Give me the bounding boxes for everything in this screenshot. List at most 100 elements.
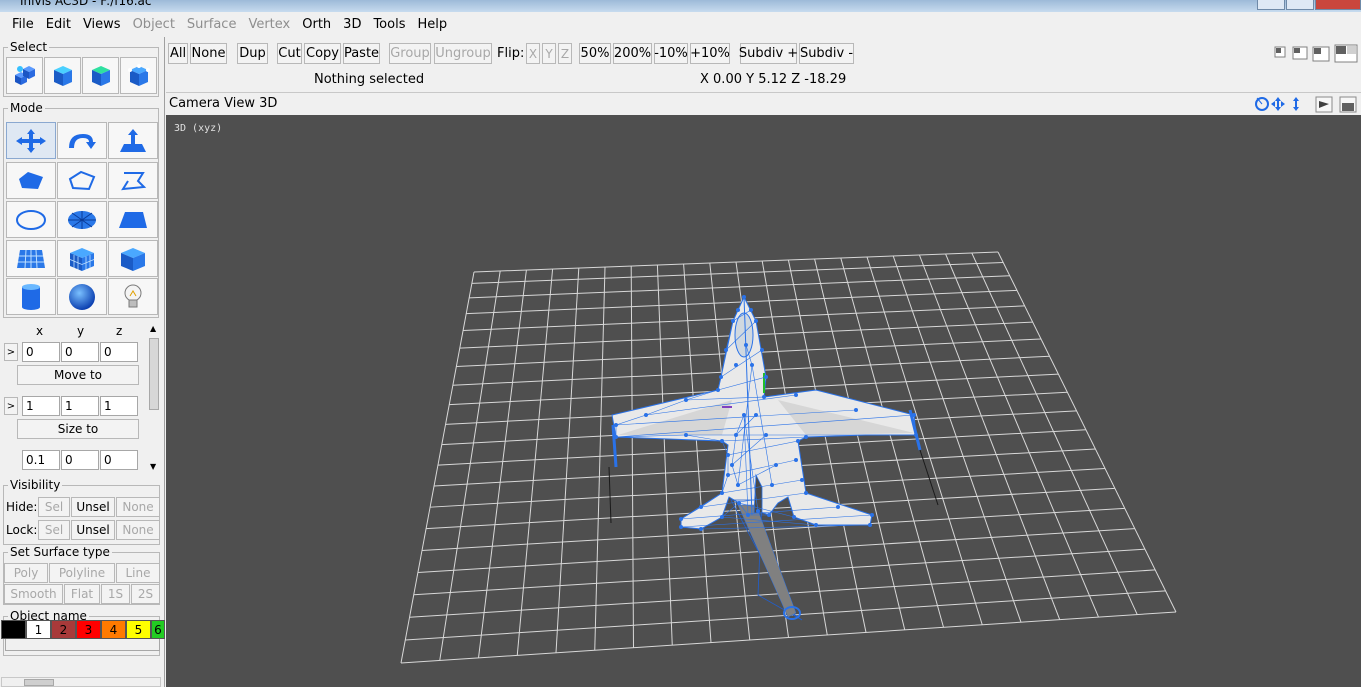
scale-minus10-button[interactable]: -10%: [654, 43, 688, 64]
menu-3d[interactable]: 3D: [337, 17, 367, 32]
palette-color-2[interactable]: 2: [51, 620, 76, 639]
flip-x-button[interactable]: X: [526, 43, 540, 64]
unlock-all-button[interactable]: None: [116, 520, 160, 540]
select-object-mode-button[interactable]: [44, 57, 81, 94]
select-vertex-mode-button[interactable]: [120, 57, 157, 94]
rotate-tool-button[interactable]: [57, 122, 107, 159]
duplicate-button[interactable]: Dup: [237, 43, 268, 64]
position-z-field[interactable]: 0: [100, 342, 138, 362]
lock-selected-button[interactable]: Sel: [38, 520, 70, 540]
new-mesh-tool-button[interactable]: [6, 240, 56, 277]
menu-vertex[interactable]: Vertex: [242, 17, 296, 32]
select-none-button[interactable]: None: [190, 43, 227, 64]
size-y-field[interactable]: 1: [61, 396, 99, 416]
scale-200-button[interactable]: 200%: [613, 43, 652, 64]
surface-polyline-button[interactable]: Polyline: [49, 563, 115, 583]
viewport-menu[interactable]: Camera View 3D: [169, 96, 277, 111]
menu-orth[interactable]: Orth: [296, 17, 337, 32]
surface-smooth-button[interactable]: Smooth: [4, 584, 63, 604]
viewport-navigation-icons[interactable]: [1253, 95, 1358, 114]
menu-tools[interactable]: Tools: [367, 17, 411, 32]
maximize-button[interactable]: [1286, 0, 1314, 10]
lock-unselected-button[interactable]: Unsel: [71, 520, 115, 540]
scrollbar-thumb[interactable]: [149, 338, 159, 410]
y-header: y: [77, 324, 85, 338]
select-all-button[interactable]: All: [168, 43, 188, 64]
hide-unselected-button[interactable]: Unsel: [71, 497, 115, 517]
position-y-field[interactable]: 0: [61, 342, 99, 362]
multi-cube-icon: [14, 65, 35, 85]
new-rectangle-tool-button[interactable]: [108, 201, 158, 238]
extrude-icon: [120, 128, 146, 152]
new-box-tool-button[interactable]: [108, 240, 158, 277]
paste-button[interactable]: Paste: [343, 43, 380, 64]
ungroup-button[interactable]: Ungroup: [434, 43, 492, 64]
new-disc-tool-button[interactable]: [57, 201, 107, 238]
size-z-field[interactable]: 1: [100, 396, 138, 416]
palette-color-1[interactable]: 1: [26, 620, 51, 639]
menu-views[interactable]: Views: [77, 17, 127, 32]
scroll-down-arrow-icon[interactable]: ▼: [150, 462, 156, 471]
scale-z-field[interactable]: 0: [100, 450, 138, 470]
surface-poly-button[interactable]: Poly: [4, 563, 48, 583]
new-grid-box-tool-button[interactable]: [57, 240, 107, 277]
new-line-tool-button[interactable]: [108, 162, 158, 199]
close-button[interactable]: [1315, 0, 1361, 10]
scale-plus10-button[interactable]: +10%: [690, 43, 730, 64]
size-to-button[interactable]: Size to: [17, 419, 139, 439]
palette-color-0[interactable]: [1, 620, 26, 639]
view-layout-icon[interactable]: [1273, 43, 1361, 63]
scale-y-field[interactable]: 0: [61, 450, 99, 470]
palette-color-3[interactable]: 3: [76, 620, 101, 639]
select-group-mode-button[interactable]: [6, 57, 43, 94]
surface-two-sided-button[interactable]: 2S: [131, 584, 160, 604]
surface-flat-button[interactable]: Flat: [64, 584, 100, 604]
palette-scrollbar[interactable]: [1, 677, 161, 687]
copy-button[interactable]: Copy: [304, 43, 341, 64]
menu-file[interactable]: File: [6, 17, 40, 32]
flip-y-button[interactable]: Y: [542, 43, 556, 64]
scene-canvas[interactable]: [166, 115, 1361, 687]
palette-color-4[interactable]: 4: [101, 620, 126, 639]
cut-button[interactable]: Cut: [277, 43, 302, 64]
scroll-up-arrow-icon[interactable]: ▲: [150, 324, 156, 333]
scale-50-button[interactable]: 50%: [579, 43, 611, 64]
coords-scrollbar[interactable]: ▲ ▼: [148, 322, 160, 474]
aircraft-model[interactable]: [608, 295, 939, 621]
menu-edit[interactable]: Edit: [40, 17, 77, 32]
scale-x-field[interactable]: 0.1: [22, 450, 60, 470]
new-polyline-tool-button[interactable]: [57, 162, 107, 199]
minimize-button[interactable]: [1257, 0, 1285, 10]
get-size-button[interactable]: >: [4, 397, 18, 415]
menu-object[interactable]: Object: [127, 17, 181, 32]
select-surface-mode-button[interactable]: [82, 57, 119, 94]
position-x-field[interactable]: 0: [22, 342, 60, 362]
menu-help[interactable]: Help: [411, 17, 453, 32]
get-position-button[interactable]: >: [4, 343, 18, 361]
flip-z-button[interactable]: Z: [558, 43, 572, 64]
move-tool-button[interactable]: [6, 122, 56, 159]
palette-color-5[interactable]: 5: [126, 620, 151, 639]
color-palette: 1 2 3 4 5 6: [1, 620, 165, 639]
hide-selected-button[interactable]: Sel: [38, 497, 70, 517]
palette-color-6[interactable]: 6: [151, 620, 165, 639]
menu-surface[interactable]: Surface: [181, 17, 243, 32]
subdivide-minus-button[interactable]: Subdiv -: [799, 43, 854, 64]
new-cylinder-tool-button[interactable]: [6, 278, 56, 315]
size-x-field[interactable]: 1: [22, 396, 60, 416]
light-bulb-icon: [124, 284, 142, 307]
palette-scrollbar-thumb[interactable]: [24, 679, 54, 686]
viewport-3d[interactable]: 3D (xyz): [166, 115, 1361, 687]
extrude-tool-button[interactable]: [108, 122, 158, 159]
group-button[interactable]: Group: [389, 43, 431, 64]
subdivide-plus-button[interactable]: Subdiv +: [739, 43, 798, 64]
cube-vertex-icon: [127, 63, 150, 86]
unhide-all-button[interactable]: None: [116, 497, 160, 517]
new-sphere-tool-button[interactable]: [57, 278, 107, 315]
surface-line-button[interactable]: Line: [116, 563, 160, 583]
surface-one-sided-button[interactable]: 1S: [101, 584, 130, 604]
move-to-button[interactable]: Move to: [17, 365, 139, 385]
new-light-tool-button[interactable]: [108, 278, 158, 315]
new-circle-tool-button[interactable]: [6, 201, 56, 238]
new-polygon-tool-button[interactable]: [6, 162, 56, 199]
